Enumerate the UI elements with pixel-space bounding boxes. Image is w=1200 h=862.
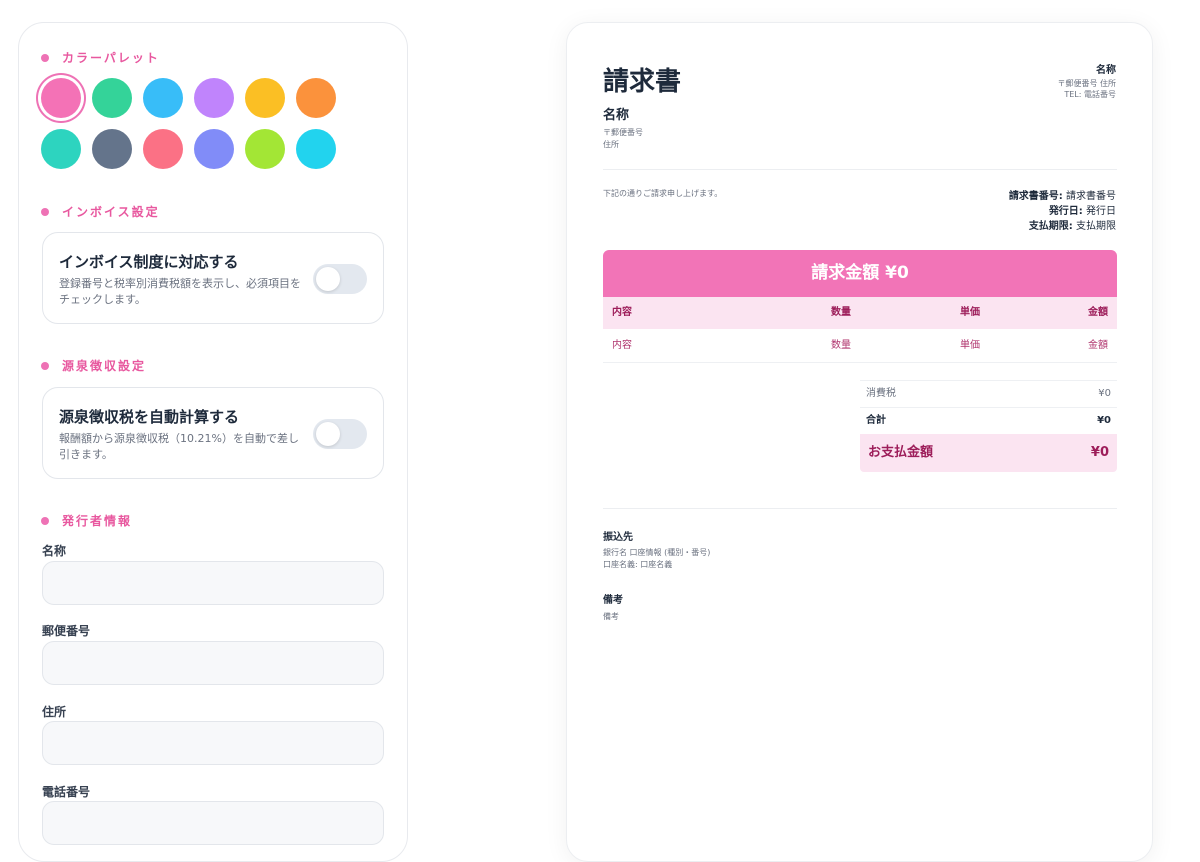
client-postal: 〒郵便番号 bbox=[603, 128, 643, 137]
issuer-block: 名称 〒郵便番号 住所 TEL: 電話番号 bbox=[1057, 61, 1116, 100]
header-amount: 金額 bbox=[1088, 307, 1108, 318]
color-swatch[interactable] bbox=[143, 78, 183, 118]
bullet-icon bbox=[41, 361, 49, 370]
withholding-toggle-description: 報酬額から源泉徴収税（10.21%）を自動で差し引きます。 bbox=[59, 432, 299, 461]
invoice-toggle-card: インボイス制度に対応する 登録番号と税率別消費税額を表示し、必須項目をチェックし… bbox=[42, 232, 384, 324]
bank-line-1: 銀行名 口座情報 (種別・番号) bbox=[603, 548, 711, 557]
header-quantity: 数量 bbox=[831, 307, 851, 318]
table-row: 内容 数量 単価 金額 bbox=[603, 330, 1117, 363]
bank-line-2: 口座名義: 口座名義 bbox=[603, 560, 673, 569]
color-swatch[interactable] bbox=[41, 129, 81, 169]
row-amount: 金額 bbox=[1088, 340, 1108, 351]
invoice-preview: 請求書 名称 〒郵便番号 住所 名称 〒郵便番号 住所 TEL: 電話番号 下記… bbox=[566, 22, 1153, 862]
issuer-info-heading: 発行者情報 bbox=[41, 512, 132, 529]
notes-title: 備考 bbox=[603, 595, 623, 606]
issuer-postal-label: 郵便番号 bbox=[42, 624, 91, 638]
color-swatch[interactable] bbox=[194, 78, 234, 118]
settings-panel: カラーパレット インボイス設定 インボイス制度に対応する 登録番号と税率別消費税… bbox=[18, 22, 408, 862]
withholding-settings-heading: 源泉徴収設定 bbox=[41, 357, 146, 374]
issuer-name-label: 名称 bbox=[42, 544, 67, 558]
color-swatch[interactable] bbox=[296, 78, 336, 118]
color-swatch[interactable] bbox=[92, 78, 132, 118]
client-address: 住所 bbox=[603, 140, 619, 149]
client-name: 名称 bbox=[603, 108, 630, 123]
palette-heading: カラーパレット bbox=[41, 49, 160, 66]
bullet-icon bbox=[41, 53, 49, 62]
invoice-toggle-title: インボイス制度に対応する bbox=[59, 253, 239, 271]
notes-body: 備考 bbox=[603, 612, 619, 621]
color-swatch[interactable] bbox=[245, 129, 285, 169]
divider bbox=[603, 169, 1117, 170]
payment-amount-row: お支払金額 ¥0 bbox=[860, 434, 1117, 472]
invoice-settings-heading: インボイス設定 bbox=[41, 203, 160, 220]
greeting-text: 下記の通りご請求申し上げます。 bbox=[603, 189, 723, 198]
subtotal-row: 合計 ¥0 bbox=[860, 407, 1117, 434]
issuer-address-line: 〒郵便番号 住所 bbox=[1057, 79, 1116, 88]
issuer-name: 名称 bbox=[1096, 65, 1116, 76]
total-amount-banner: 請求金額 ¥0 bbox=[603, 250, 1117, 297]
switch-knob bbox=[316, 422, 340, 446]
switch-knob bbox=[316, 267, 340, 291]
issue-date-row: 発行日: 発行日 bbox=[1048, 206, 1116, 217]
header-unit-price: 単価 bbox=[960, 307, 980, 318]
row-unit-price: 単価 bbox=[960, 340, 980, 351]
color-swatch[interactable] bbox=[41, 78, 81, 118]
withholding-toggle-title: 源泉徴収税を自動計算する bbox=[59, 408, 240, 426]
tax-row: 消費税 ¥0 bbox=[860, 380, 1117, 407]
invoice-toggle-switch[interactable] bbox=[313, 264, 367, 294]
summary-box: 消費税 ¥0 合計 ¥0 お支払金額 ¥0 bbox=[860, 380, 1117, 472]
color-swatch[interactable] bbox=[92, 129, 132, 169]
withholding-toggle-switch[interactable] bbox=[313, 419, 367, 449]
color-swatch[interactable] bbox=[194, 129, 234, 169]
row-description: 内容 bbox=[612, 340, 632, 351]
divider bbox=[603, 508, 1117, 509]
table-header: 内容 数量 単価 金額 bbox=[603, 297, 1117, 329]
row-quantity: 数量 bbox=[831, 340, 851, 351]
withholding-toggle-card: 源泉徴収税を自動計算する 報酬額から源泉徴収税（10.21%）を自動で差し引きま… bbox=[42, 387, 384, 479]
invoice-meta: 請求書番号: 請求書番号 発行日: 発行日 支払期限: 支払期限 bbox=[1009, 189, 1116, 234]
invoice-title: 請求書 bbox=[603, 67, 682, 97]
issuer-phone-line: TEL: 電話番号 bbox=[1064, 90, 1116, 99]
issuer-postal-input[interactable] bbox=[42, 641, 384, 685]
color-swatch[interactable] bbox=[296, 129, 336, 169]
bank-title: 振込先 bbox=[603, 532, 633, 543]
color-swatch[interactable] bbox=[143, 129, 183, 169]
issuer-name-input[interactable] bbox=[42, 561, 384, 605]
bullet-icon bbox=[41, 516, 49, 525]
header-description: 内容 bbox=[612, 307, 632, 318]
color-swatch[interactable] bbox=[245, 78, 285, 118]
due-date-row: 支払期限: 支払期限 bbox=[1028, 221, 1116, 232]
issuer-address-label: 住所 bbox=[42, 705, 67, 719]
invoice-number-row: 請求書番号: 請求書番号 bbox=[1008, 191, 1116, 202]
bullet-icon bbox=[41, 207, 49, 216]
issuer-phone-input[interactable] bbox=[42, 801, 384, 845]
issuer-phone-label: 電話番号 bbox=[42, 785, 91, 799]
issuer-address-input[interactable] bbox=[42, 721, 384, 765]
invoice-toggle-description: 登録番号と税率別消費税額を表示し、必須項目をチェックします。 bbox=[59, 277, 301, 306]
